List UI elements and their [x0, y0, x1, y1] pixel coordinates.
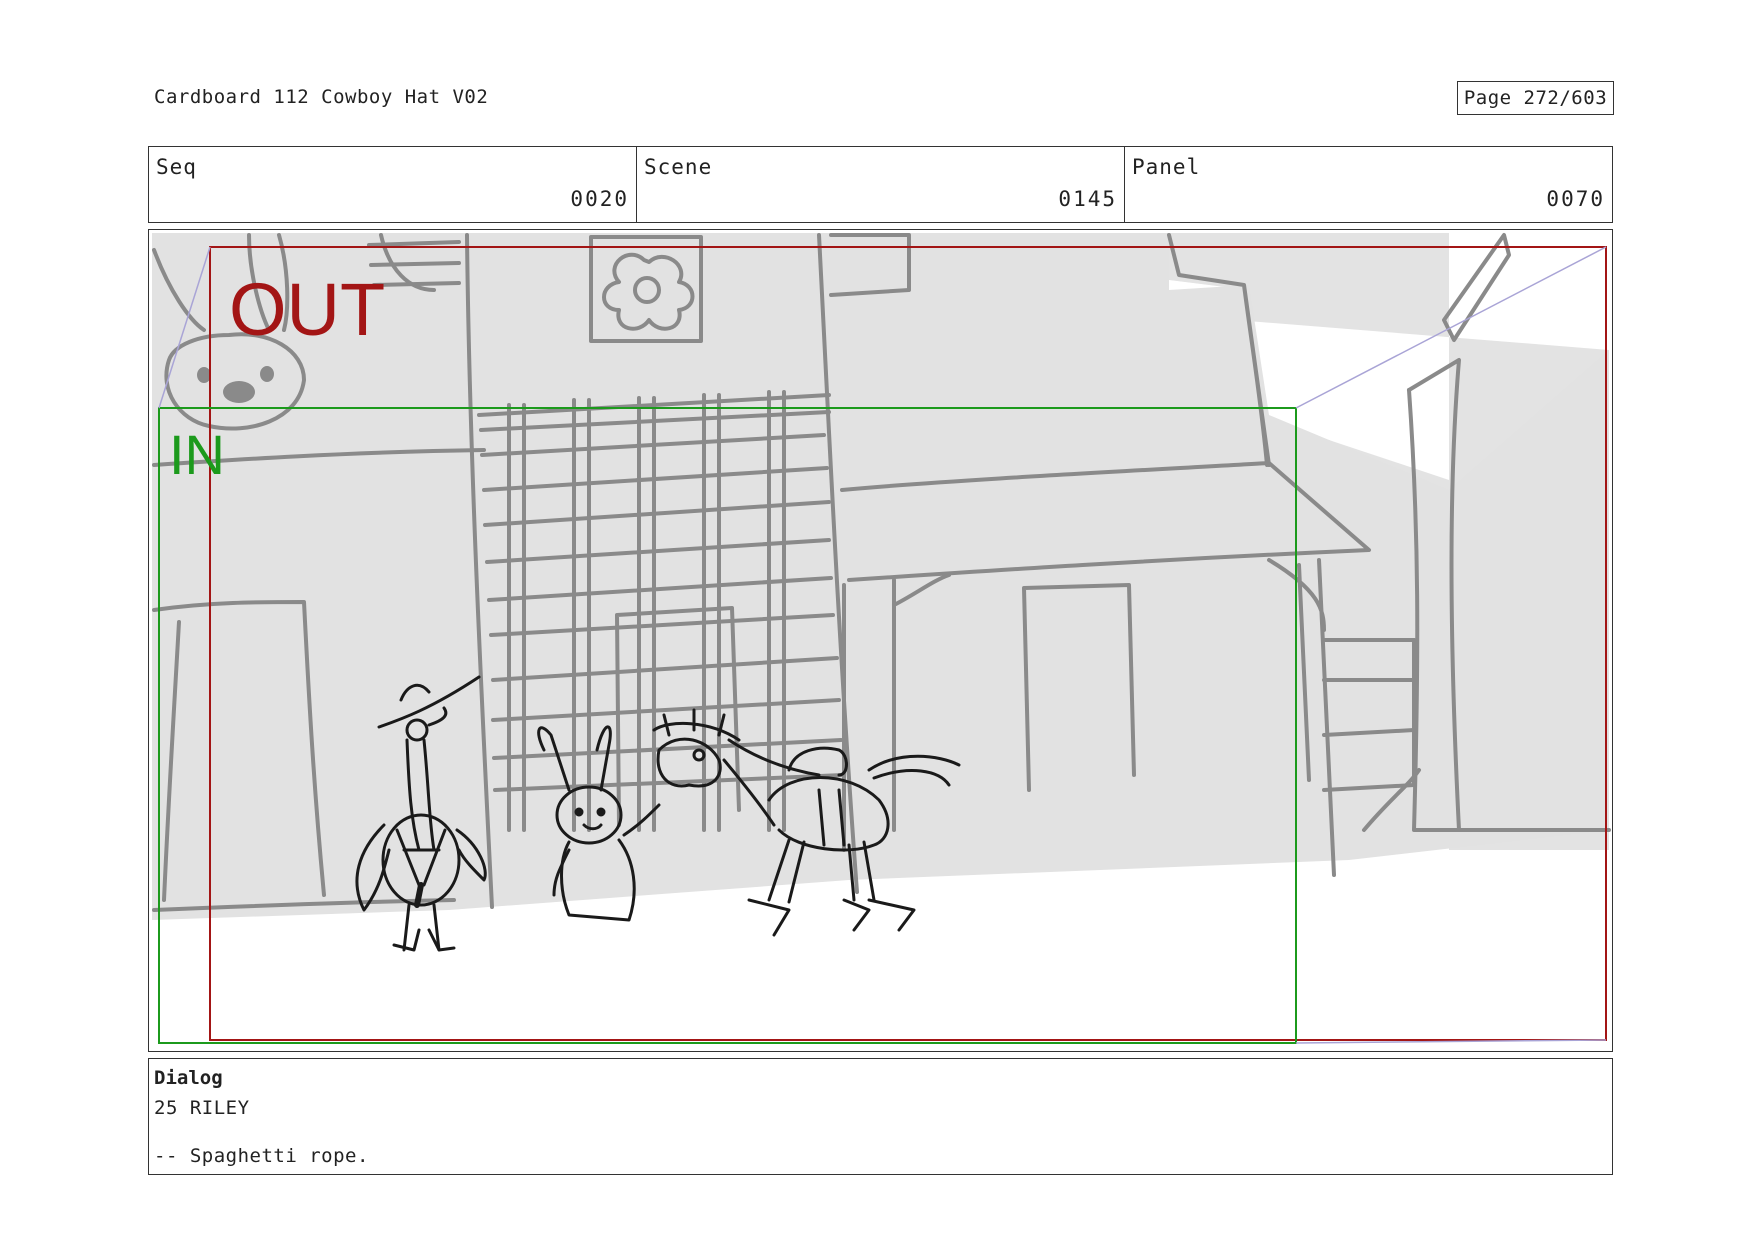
seq-label: Seq — [156, 155, 197, 179]
document-title: Cardboard 112 Cowboy Hat V02 — [154, 86, 489, 108]
seq-value: 0020 — [570, 187, 629, 211]
dialog-heading: Dialog — [154, 1067, 223, 1089]
dialog-box: Dialog 25 RILEY -- Spaghetti rope. — [148, 1058, 1613, 1175]
page-number: Page 272/603 — [1457, 81, 1614, 115]
out-label: OUT — [229, 268, 385, 351]
panel-label: Panel — [1132, 155, 1201, 179]
shot-info-table: Seq 0020 Scene 0145 Panel 0070 — [148, 146, 1613, 223]
storyboard-sketch: OUT IN — [152, 233, 1611, 1048]
scene-value: 0145 — [1058, 187, 1117, 211]
panel-value: 0070 — [1546, 187, 1605, 211]
scene-label: Scene — [644, 155, 713, 179]
seq-cell: Seq 0020 — [149, 147, 637, 222]
panel-cell: Panel 0070 — [1125, 147, 1612, 222]
dialog-text: -- Spaghetti rope. — [154, 1145, 369, 1167]
scene-cell: Scene 0145 — [637, 147, 1125, 222]
dialog-character: 25 RILEY — [154, 1097, 250, 1119]
in-label: IN — [169, 423, 225, 486]
storyboard-frame: OUT IN — [148, 229, 1613, 1052]
